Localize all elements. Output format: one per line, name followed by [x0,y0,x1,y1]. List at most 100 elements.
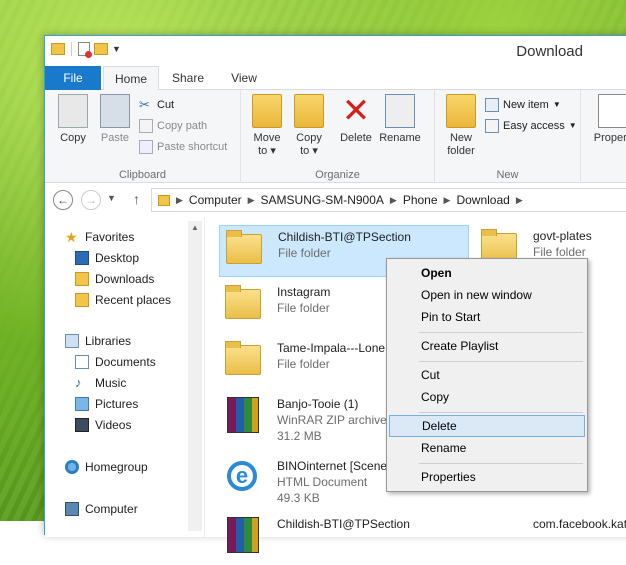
nav-recent-places[interactable]: Recent places [75,290,171,310]
scissors-icon: ✂ [139,97,150,112]
nav-favorites[interactable]: ★ Favorites [65,227,134,247]
copy-path-button[interactable]: Copy path [139,117,207,135]
copy-to-button[interactable]: Copy to ▾ [289,94,329,158]
nav-documents[interactable]: Documents [75,352,156,372]
crumb-device[interactable]: SAMSUNG-SM-N900A [261,193,384,207]
file-name: govt-plates [533,229,592,243]
easy-access-button[interactable]: Easy access ▼ [485,117,577,135]
paste-icon [100,94,130,128]
file-size: 31.2 MB [277,429,322,443]
chevron-right-icon[interactable]: ▶ [444,195,451,206]
nav-documents-label: Documents [95,355,156,369]
paste-button[interactable]: Paste [95,94,135,145]
downloads-icon [75,272,89,286]
chevron-right-icon[interactable]: ▶ [248,195,255,206]
new-item-icon [485,98,499,112]
properties-button[interactable]: Properti [585,94,626,145]
menu-item-properties[interactable]: Properties [389,466,585,488]
menu-item-delete[interactable]: Delete [389,415,585,437]
toolbar-separator [71,42,72,56]
file-name: BINOinternet [Scene] [277,459,391,473]
clipboard-group: Copy Paste ✂ Cut Copy path Paste shortcu… [45,90,241,183]
window-title: Download [516,43,583,60]
chevron-up-icon[interactable]: ▲ [191,223,199,232]
nav-pictures[interactable]: Pictures [75,394,138,414]
nav-computer[interactable]: Computer [65,499,138,519]
copy-label: Copy [60,132,86,144]
quick-access-toolbar: ▼ [51,42,121,58]
winrar-archive-icon [227,397,259,433]
new-group-label: New [496,169,519,181]
new-group: New folder New item ▼ Easy access ▼ New [435,90,581,183]
folder-icon [226,230,262,264]
nav-libraries[interactable]: Libraries [65,331,131,351]
folder-icon [225,285,261,319]
menu-item-create-playlist[interactable]: Create Playlist [389,335,585,357]
new-item-label: New item [503,99,549,111]
chevron-down-icon: ▼ [568,121,577,130]
cut-button[interactable]: ✂ Cut [139,96,174,114]
forward-button[interactable]: → [81,190,101,210]
file-size: 49.3 KB [277,491,320,505]
delete-label: Delete [340,132,372,144]
copy-icon [58,94,88,128]
up-button[interactable]: ↑ [133,191,140,207]
menu-item-open[interactable]: Open [389,262,585,284]
crumb-download[interactable]: Download [456,193,509,207]
organize-group-label: Organize [315,169,360,181]
menu-separator [419,332,583,333]
title-bar: ▼ Download [45,36,626,66]
menu-item-cut[interactable]: Cut [389,364,585,386]
ribbon-tabs: File Home Share View [45,66,626,91]
nav-desktop[interactable]: Desktop [75,248,139,268]
new-folder-icon [446,94,476,128]
recent-locations-dropdown[interactable]: ▼ [107,193,116,203]
menu-item-open-new-window[interactable]: Open in new window [389,284,585,306]
back-button[interactable]: ← [53,190,73,210]
homegroup-icon [65,460,79,474]
new-folder-label-2: folder [447,145,475,157]
menu-item-rename[interactable]: Rename [389,437,585,459]
breadcrumb[interactable]: ▶ Computer ▶ SAMSUNG-SM-N900A ▶ Phone ▶ … [151,188,626,212]
file-name: Instagram [277,285,331,299]
nav-music[interactable]: ♪ Music [75,373,126,393]
documents-icon [75,355,89,369]
nav-videos[interactable]: Videos [75,415,131,435]
tab-file[interactable]: File [45,66,101,90]
delete-button[interactable]: ✕ Delete [335,94,377,145]
nav-computer-label: Computer [85,502,138,516]
new-folder-icon[interactable] [94,43,108,55]
move-to-button[interactable]: Move to ▾ [247,94,287,158]
nav-libraries-label: Libraries [85,334,132,348]
file-name: com.facebook.kat [533,517,626,531]
menu-item-pin-to-start[interactable]: Pin to Start [389,306,585,328]
menu-item-copy[interactable]: Copy [389,386,585,408]
nav-pictures-label: Pictures [95,397,139,411]
rename-button[interactable]: Rename [377,94,423,145]
chevron-right-icon[interactable]: ▶ [516,195,523,206]
new-item-button[interactable]: New item ▼ [485,96,561,114]
copy-button[interactable]: Copy [53,94,93,145]
chevron-down-icon[interactable]: ▼ [112,44,121,54]
clipboard-group-label: Clipboard [118,169,167,181]
tab-view[interactable]: View [217,66,271,90]
file-type: WinRAR ZIP archive [277,413,387,427]
tab-share[interactable]: Share [161,66,215,90]
chevron-right-icon[interactable]: ▶ [176,195,183,206]
crumb-phone[interactable]: Phone [403,193,438,207]
properties-icon[interactable] [78,42,92,58]
file-name: Banjo-Tooie (1) [277,397,359,411]
rename-label: Rename [379,132,421,144]
file-type: File folder [278,246,331,260]
internet-explorer-icon: e [227,461,257,491]
nav-scrollbar[interactable]: ▲ [188,221,202,531]
chevron-right-icon[interactable]: ▶ [390,195,397,206]
new-folder-button[interactable]: New folder [439,94,483,158]
libraries-icon [65,334,79,348]
tab-home[interactable]: Home [103,66,159,91]
nav-downloads[interactable]: Downloads [75,269,154,289]
paste-shortcut-button[interactable]: Paste shortcut [139,138,227,156]
crumb-computer[interactable]: Computer [189,193,242,207]
nav-homegroup[interactable]: Homegroup [65,457,148,477]
move-to-label: Move [253,132,281,144]
